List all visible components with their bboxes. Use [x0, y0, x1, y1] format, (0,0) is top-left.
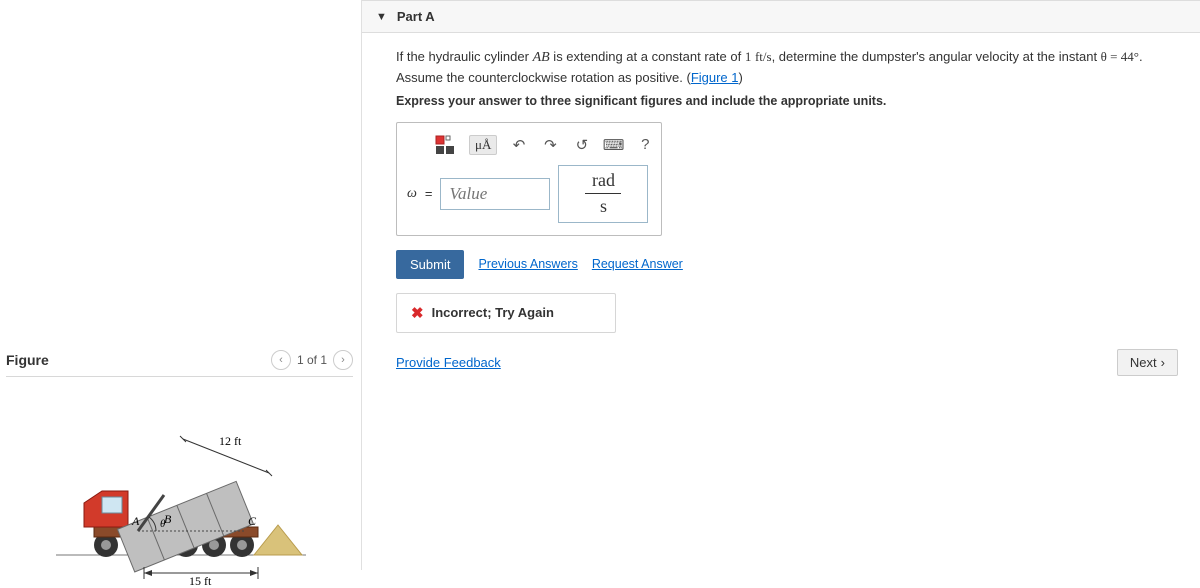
- previous-answers-link[interactable]: Previous Answers: [478, 257, 577, 271]
- figure-theta: θ: [160, 518, 166, 530]
- figure-pager: ‹ 1 of 1 ›: [271, 350, 353, 370]
- redo-icon[interactable]: ↷: [541, 135, 560, 155]
- part-title: Part A: [397, 9, 435, 24]
- request-answer-link[interactable]: Request Answer: [592, 257, 683, 271]
- next-button[interactable]: Next ›: [1117, 349, 1178, 376]
- equals-label: =: [425, 186, 433, 201]
- figure-dim-top: 12 ft: [219, 434, 242, 448]
- chevron-right-icon: ›: [1161, 355, 1165, 370]
- figure-label-c: C: [248, 514, 257, 528]
- feedback-message: ✖ Incorrect; Try Again: [396, 293, 616, 333]
- figure-dim-bottom: 15 ft: [189, 574, 212, 585]
- value-input[interactable]: [440, 178, 550, 210]
- answer-panel: μÅ ↶ ↷ ↺ ⌨ ? ω = rad s: [396, 122, 662, 236]
- variable-label: ω: [407, 186, 417, 202]
- provide-feedback-link[interactable]: Provide Feedback: [396, 355, 501, 370]
- figure-image: 12 ft 15 ft A B C θ: [6, 395, 353, 575]
- unit-numerator: rad: [592, 170, 615, 191]
- feedback-text: Incorrect; Try Again: [432, 305, 554, 320]
- symbols-button[interactable]: μÅ: [469, 135, 497, 155]
- answer-instructions: Express your answer to three significant…: [396, 94, 1182, 108]
- figure-label-a: A: [131, 514, 140, 528]
- unit-denominator: s: [600, 196, 607, 217]
- error-x-icon: ✖: [411, 304, 424, 322]
- submit-button[interactable]: Submit: [396, 250, 464, 279]
- figure-pager-text: 1 of 1: [297, 353, 327, 367]
- unit-box[interactable]: rad s: [558, 165, 648, 223]
- figure-title: Figure: [6, 352, 49, 368]
- template-icon[interactable]: [435, 135, 457, 155]
- undo-icon[interactable]: ↶: [509, 135, 528, 155]
- fraction-line: [585, 193, 621, 194]
- collapse-caret-icon: ▼: [376, 11, 387, 23]
- help-icon[interactable]: ?: [636, 135, 655, 155]
- next-label: Next: [1130, 355, 1157, 370]
- figure-next-button[interactable]: ›: [333, 350, 353, 370]
- part-header[interactable]: ▼ Part A: [362, 0, 1200, 33]
- question-prompt: If the hydraulic cylinder AB is extendin…: [396, 47, 1182, 88]
- reset-icon[interactable]: ↺: [572, 135, 591, 155]
- figure-prev-button[interactable]: ‹: [271, 350, 291, 370]
- figure-1-link[interactable]: Figure 1: [691, 70, 739, 85]
- keyboard-icon[interactable]: ⌨: [604, 135, 624, 155]
